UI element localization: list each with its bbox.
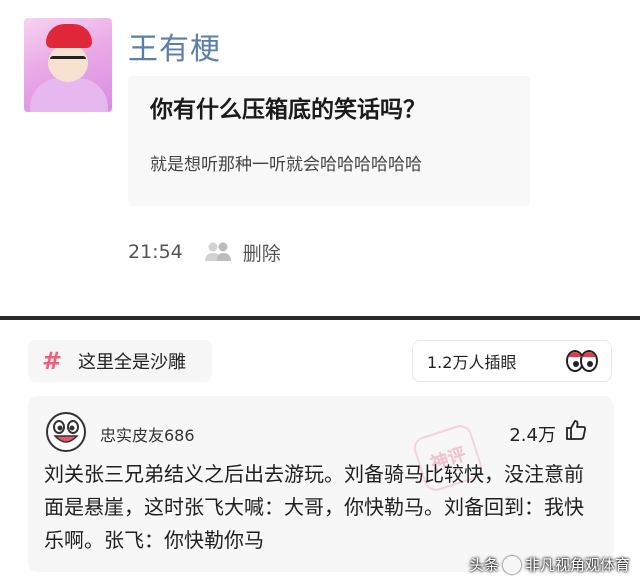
user-avatar[interactable] [24,18,112,112]
watermark-name: 非凡视角观体育 [524,556,630,574]
commenter-avatar[interactable] [46,412,86,452]
eyes-icon [565,349,599,373]
comment-text: 刘关张三兄弟结义之后出去游玩。刘备骑马比较快，没注意前面是悬崖，这时张飞大喊：大… [44,462,584,552]
like-count: 2.4万 [509,425,556,446]
topic-tag[interactable]: # 这里全是沙雕 [28,340,212,382]
hash-icon: # [42,347,63,375]
post-meta: 21:54 删除 [128,238,281,266]
thumbs-up-icon[interactable] [564,418,588,442]
delete-link[interactable]: 删除 [243,239,281,266]
views-count: 1.2万人插眼 [427,353,517,372]
avatar-hat [46,24,92,48]
watermark: 头条 非凡视角观体育 [469,554,630,575]
avatar-glasses [50,56,86,64]
watermark-prefix: 头条 [468,556,499,574]
topic-label: 这里全是沙雕 [78,352,186,373]
comment-section: # 这里全是沙雕 1.2万人插眼 忠实皮友686 神评 2.4万 刘关张三兄弟结… [0,320,640,581]
people-icon[interactable] [203,241,233,263]
comment-card: 忠实皮友686 神评 2.4万 刘关张三兄弟结义之后出去游玩。刘备骑马比较快，没… [28,396,614,572]
watermark-badge-icon [502,555,521,574]
post-username[interactable]: 王有梗 [128,24,221,68]
commenter-name[interactable]: 忠实皮友686 [100,422,195,446]
question-subtext: 就是想听那种一听就会哈哈哈哈哈哈 [150,155,422,175]
question-title: 你有什么压箱底的笑话吗？ [150,97,426,123]
views-badge[interactable]: 1.2万人插眼 [412,340,612,382]
post-section: 王有梗 你有什么压箱底的笑话吗？ 就是想听那种一听就会哈哈哈哈哈哈 21:54 … [0,0,640,316]
avatar-body [30,78,108,112]
post-time: 21:54 [128,241,183,263]
